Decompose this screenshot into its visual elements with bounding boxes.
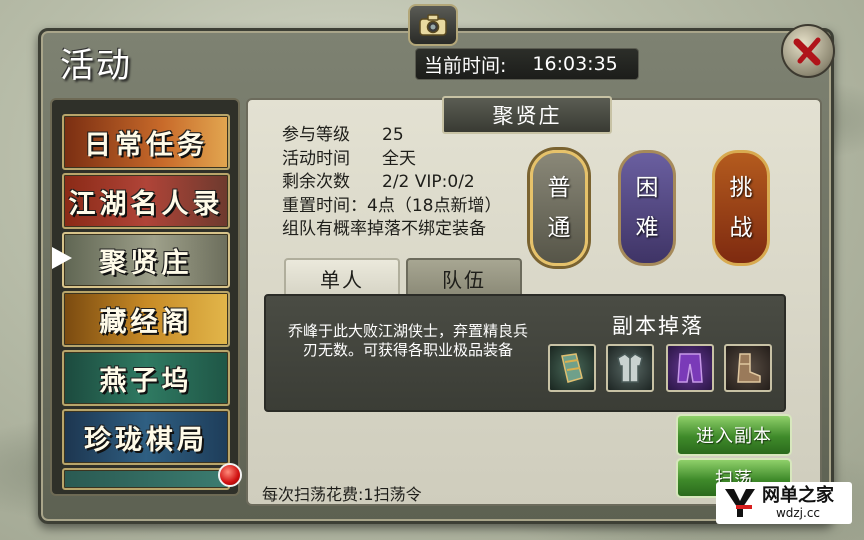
difficulty-char: 困 (635, 175, 659, 201)
page-title: 活动 (60, 46, 132, 86)
pants-icon (677, 353, 703, 383)
info-key: 剩余次数 (282, 172, 350, 192)
camera-icon (419, 14, 447, 36)
drop-slot[interactable] (548, 344, 596, 392)
difficulty-char: 难 (635, 215, 659, 241)
difficulty-challenge-button[interactable]: 挑 战 (712, 150, 770, 266)
drops-title: 副本掉落 (612, 314, 704, 338)
drop-slot[interactable] (724, 344, 772, 392)
sidebar-item-partial[interactable] (62, 468, 230, 490)
sidebar-item-zhenlong-chess[interactable]: 珍珑棋局 (62, 409, 230, 465)
screenshot-button[interactable] (408, 4, 458, 46)
dungeon-description: 乔峰于此大败江湖侠士，弃置精良兵刃无数。可获得各职业极品装备 (287, 322, 528, 359)
info-value: 2/2 VIP:0/2 (382, 172, 475, 192)
difficulty-char: 挑 (729, 175, 753, 201)
close-icon (793, 37, 821, 66)
sidebar-item-juxianzhuang[interactable]: 聚贤庄 (62, 232, 230, 288)
info-value: 25 (382, 125, 404, 145)
difficulty-char: 战 (729, 215, 753, 241)
sweep-cost-text: 每次扫荡花费:1扫荡令 (262, 485, 422, 504)
difficulty-char: 通 (547, 215, 571, 241)
sidebar-item-jianghu-fame[interactable]: 江湖名人录 (62, 173, 230, 229)
difficulty-hard-button[interactable]: 困 难 (618, 150, 676, 266)
info-row-time: 活动时间 全天 (282, 148, 501, 172)
info-key: 活动时间 (282, 148, 350, 169)
armor-icon (617, 353, 643, 383)
watermark-name: 网单之家 (762, 485, 834, 506)
team-drop-note: 组队有概率掉落不绑定装备 (282, 219, 486, 239)
difficulty-normal-button[interactable]: 普 通 (530, 150, 588, 266)
dungeon-info: 参与等级 25 活动时间 全天 剩余次数 2/2 VIP:0/2 重置时间：4点… (282, 124, 501, 242)
close-button[interactable] (781, 24, 835, 78)
info-key: 参与等级 (282, 125, 350, 145)
site-watermark: 网单之家 wdzj.cc (716, 482, 852, 524)
sidebar-item-daily-tasks[interactable]: 日常任务 (62, 114, 230, 170)
watermark-text: 网单之家 wdzj.cc (762, 485, 834, 521)
boots-icon (737, 353, 761, 383)
reset-time-text: 重置时间：4点（18点新增） (282, 195, 502, 216)
bracer-icon (561, 353, 583, 383)
time-label: 当前时间: (424, 54, 507, 77)
info-row-level: 参与等级 25 (282, 124, 501, 148)
selected-arrow-icon (52, 247, 72, 269)
site-logo-icon (725, 489, 755, 517)
tab-single[interactable]: 单人 (284, 258, 400, 296)
drop-slot[interactable] (606, 344, 654, 392)
watermark-url: wdzj.cc (775, 506, 821, 520)
difficulty-char: 普 (547, 175, 571, 201)
sidebar-item-yanziwu[interactable]: 燕子坞 (62, 350, 230, 406)
current-time-bar: 当前时间: 16:03:35 (415, 48, 639, 80)
tab-team[interactable]: 队伍 (406, 258, 522, 296)
enter-dungeon-button[interactable]: 进入副本 (676, 414, 792, 456)
info-row-remaining: 剩余次数 2/2 VIP:0/2 (282, 171, 501, 195)
activity-sidebar: 日常任务 江湖名人录 聚贤庄 藏经阁 燕子坞 珍珑棋局 (50, 98, 240, 496)
notification-dot-icon (218, 463, 242, 487)
drop-slot[interactable] (666, 344, 714, 392)
info-value: 全天 (382, 148, 416, 169)
sidebar-item-sutra-pavilion[interactable]: 藏经阁 (62, 291, 230, 347)
time-value: 16:03:35 (532, 53, 618, 75)
